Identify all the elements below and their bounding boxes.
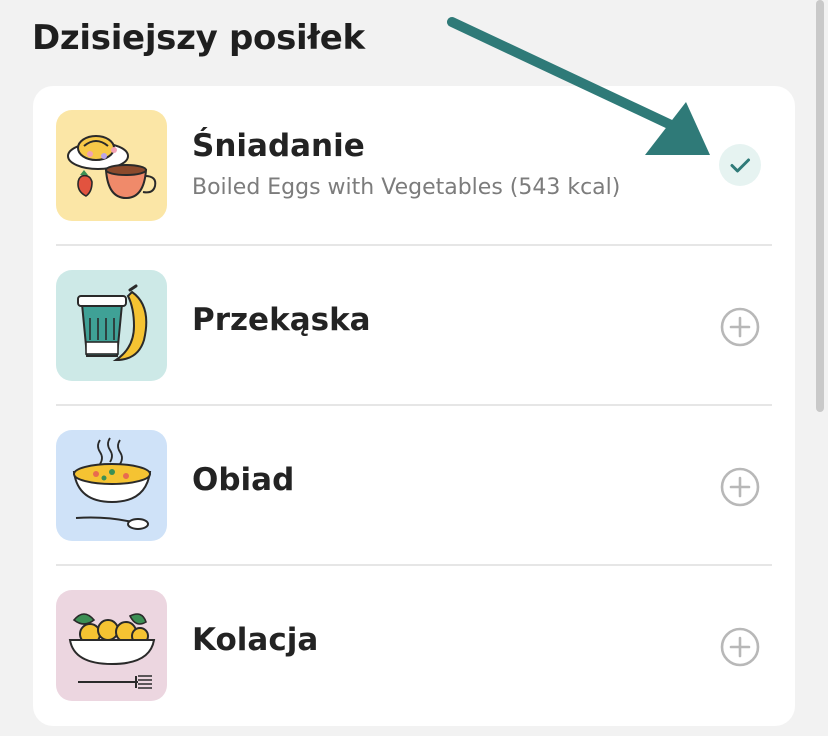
meal-name: Kolacja [192, 622, 319, 658]
check-icon [730, 158, 750, 173]
plus-circle-icon [720, 467, 760, 507]
add-dinner-button[interactable] [719, 626, 761, 668]
breakfast-coffee-icon [56, 110, 167, 221]
add-snack-button[interactable] [719, 306, 761, 348]
meal-list-card: Śniadanie Boiled Eggs with Vegetables (5… [33, 86, 795, 726]
meal-name: Obiad [192, 462, 295, 498]
meal-row-breakfast[interactable]: Śniadanie Boiled Eggs with Vegetables (5… [33, 86, 795, 246]
meal-name: Przekąska [192, 302, 371, 338]
meal-name: Śniadanie [192, 128, 365, 164]
logged-check-button[interactable] [719, 144, 761, 186]
meal-row-snack[interactable]: Przekąska [33, 246, 795, 406]
salad-bowl-icon [56, 590, 167, 701]
meal-row-dinner[interactable]: Kolacja [33, 566, 795, 726]
add-lunch-button[interactable] [719, 466, 761, 508]
soup-bowl-icon [56, 430, 167, 541]
plus-circle-icon [720, 307, 760, 347]
plus-circle-icon [720, 627, 760, 667]
scrollbar[interactable] [816, 0, 824, 412]
meal-summary: Boiled Eggs with Vegetables (543 kcal) [192, 175, 621, 200]
snack-cup-banana-icon [56, 270, 167, 381]
section-title: Dzisiejszy posiłek [32, 18, 365, 58]
meal-row-lunch[interactable]: Obiad [33, 406, 795, 566]
